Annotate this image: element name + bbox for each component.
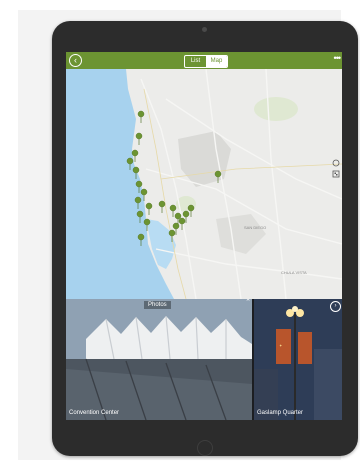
camera-dot: [202, 27, 207, 32]
tab-list[interactable]: List: [185, 56, 206, 67]
ocean: [66, 69, 174, 299]
photo-caption: Convention Center: [69, 410, 120, 416]
map-canvas: SAN DIEGO CHULA VISTA: [66, 69, 342, 299]
photo-caption: Gaslamp Quarter: [257, 410, 304, 416]
home-button[interactable]: [197, 440, 213, 456]
roads: [140, 69, 342, 299]
map-pin: [137, 110, 145, 124]
urban-area: [178, 131, 231, 187]
map-pin: [145, 202, 153, 216]
top-nav-bar: ‹ List Map •••: [66, 52, 342, 69]
tablet-frame: ‹ List Map ••• SAN DIEGO CHULA VISTA Con…: [52, 21, 358, 456]
map-view[interactable]: SAN DIEGO CHULA VISTA: [66, 69, 342, 299]
app-screen: ‹ List Map ••• SAN DIEGO CHULA VISTA Con…: [66, 52, 342, 420]
urban-area: [216, 214, 266, 254]
photo-card[interactable]: Convention Center: [66, 299, 252, 420]
photo-strip: Convention Center ✦ Gaslamp Quarter › Ph…: [66, 299, 342, 420]
convention-center-photo: [66, 299, 252, 420]
back-button[interactable]: ‹: [69, 54, 82, 67]
locate-icon: [332, 159, 340, 167]
map-pin: [135, 132, 143, 146]
map-label-san-diego: SAN DIEGO: [244, 225, 266, 230]
more-icon[interactable]: •••: [334, 53, 342, 63]
highways: [143, 88, 342, 299]
view-toggle: List Map: [184, 55, 228, 68]
chevron-left-icon: ‹: [74, 55, 77, 65]
map-label-chula-vista: CHULA VISTA: [281, 270, 307, 275]
photo-card[interactable]: ✦ Gaslamp Quarter ›: [254, 299, 342, 420]
chevron-right-circle-icon[interactable]: ›: [330, 301, 341, 312]
chevron-up-icon[interactable]: ⌃: [242, 299, 254, 307]
park: [254, 97, 298, 121]
strip-label: Photos: [144, 301, 171, 309]
gaslamp-photo: ✦: [254, 299, 342, 420]
tab-map[interactable]: Map: [206, 56, 227, 67]
map-pin: [158, 200, 166, 214]
